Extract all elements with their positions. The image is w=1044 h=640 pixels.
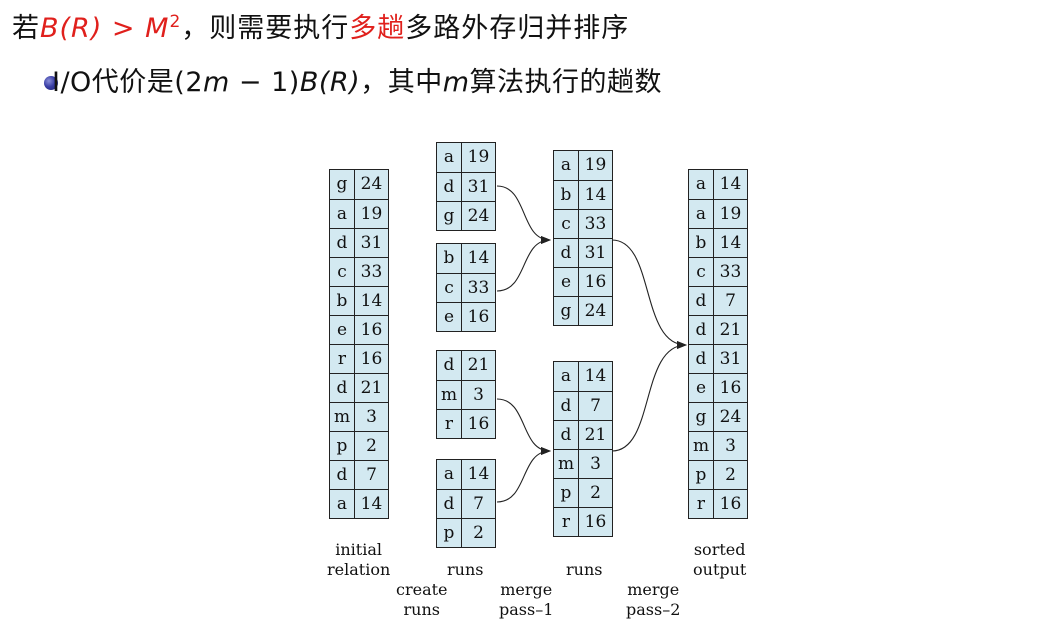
arrow-merged1-to-output xyxy=(611,239,687,349)
arrow-merged2-to-output xyxy=(611,341,687,452)
merge-arrows xyxy=(496,185,687,503)
arrow-run3-to-merge2 xyxy=(496,398,551,455)
arrow-run2-to-merge1 xyxy=(496,236,551,292)
arrow-run4-to-merge2 xyxy=(496,447,551,503)
arrow-run1-to-merge1 xyxy=(496,185,551,244)
